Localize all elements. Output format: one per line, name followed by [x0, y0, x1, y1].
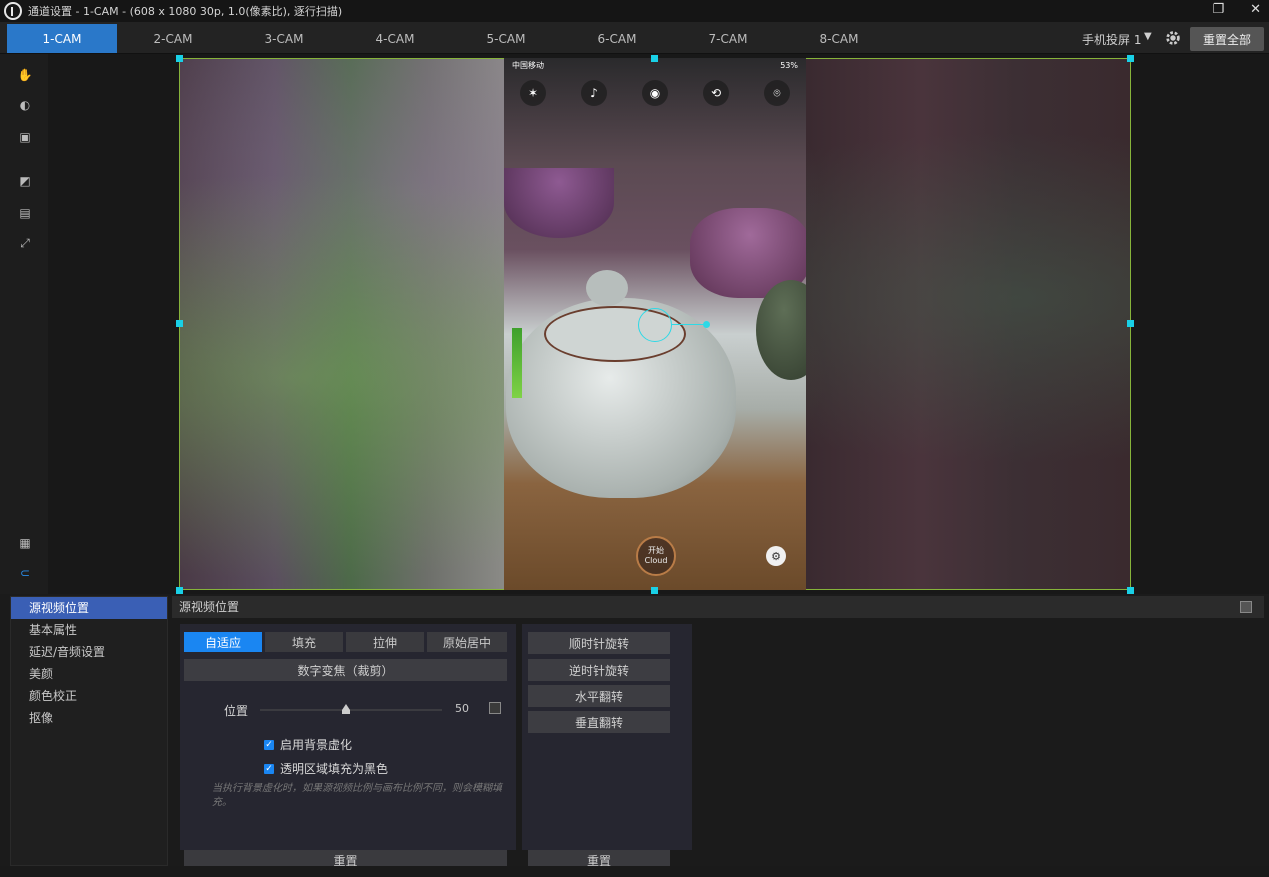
reset-all-button[interactable]: 重置全部 [1190, 27, 1264, 51]
portrait-icon[interactable]: ▣ [16, 128, 34, 146]
restore-icon[interactable]: ❐ [1212, 2, 1224, 17]
fill-black-checkbox[interactable]: ✓ 透明区域填充为黑色 [264, 760, 388, 777]
sidebar-item-beauty[interactable]: 美颜 [11, 663, 167, 685]
phone-settings-icon: ⚙ [766, 546, 786, 566]
rotate-flip-panel [522, 624, 692, 850]
teapot-knob [586, 270, 628, 306]
carrier-label: 中国移动 [512, 60, 544, 70]
settings-sidebar: 源视频位置 基本属性 延迟/音频设置 美颜 颜色校正 抠像 [10, 596, 168, 866]
sidebar-item-source-position[interactable]: 源视频位置 [11, 597, 167, 619]
resize-handle-bottom[interactable] [651, 587, 658, 594]
mode-original-center-button[interactable]: 原始居中 [427, 632, 507, 652]
panel-title: 源视频位置 [179, 600, 240, 614]
app-logo-icon [4, 2, 22, 20]
resize-handle-top-left[interactable] [176, 55, 183, 62]
resize-handle-bottom-left[interactable] [176, 587, 183, 594]
enable-bg-blur-label: 启用背景虚化 [280, 738, 353, 752]
tab-6-cam[interactable]: 6-CAM [562, 24, 672, 53]
close-icon[interactable]: ✕ [1250, 2, 1261, 17]
tab-8-cam[interactable]: 8-CAM [784, 24, 894, 53]
sidebar-item-keying[interactable]: 抠像 [11, 707, 167, 729]
resize-handle-left[interactable] [176, 320, 183, 327]
title-bar: 通道设置 - 1-CAM - (608 x 1080 30p, 1.0(像素比)… [0, 0, 1269, 22]
position-lock-checkbox[interactable] [489, 702, 501, 714]
chevron-down-icon[interactable]: ▼ [1144, 31, 1152, 42]
rotate-counterclockwise-button[interactable]: 逆时针旋转 [528, 659, 670, 681]
start-label: 开始 [648, 546, 664, 555]
magnet-icon[interactable]: ⊂ [16, 564, 34, 582]
resize-handle-bottom-right[interactable] [1127, 587, 1134, 594]
focus-ring[interactable] [638, 308, 672, 342]
image-edit-icon[interactable]: ◩ [16, 172, 34, 190]
hand-icon[interactable]: ✋ [16, 66, 34, 84]
purple-cup [504, 168, 614, 238]
resize-handle-top-right[interactable] [1127, 55, 1134, 62]
tab-7-cam[interactable]: 7-CAM [673, 24, 783, 53]
flash-icon: ✶ [520, 80, 546, 106]
window-controls: ❐ ✕ [1212, 2, 1261, 17]
gear-icon[interactable] [1164, 29, 1182, 47]
window-title: 通道设置 - 1-CAM - (608 x 1080 30p, 1.0(像素比)… [28, 5, 343, 18]
sidebar-item-color-correction[interactable]: 颜色校正 [11, 685, 167, 707]
switch-camera-icon: ⟲ [703, 80, 729, 106]
resize-handle-right[interactable] [1127, 320, 1134, 327]
position-slider[interactable] [260, 709, 442, 711]
fill-black-label: 透明区域填充为黑色 [280, 762, 389, 776]
checkmark-icon: ✓ [264, 763, 274, 774]
focus-icon: ⌾ [764, 80, 790, 106]
position-label: 位置 [224, 704, 249, 718]
position-value: 50 [455, 702, 469, 715]
flip-vertical-button[interactable]: 垂直翻转 [528, 711, 670, 733]
mirror-source-select[interactable]: 手机投屏 1 [1082, 31, 1141, 48]
fullscreen-icon[interactable]: ⤢ [16, 234, 34, 252]
flip-horizontal-button[interactable]: 水平翻转 [528, 685, 670, 707]
tab-1-cam[interactable]: 1-CAM [7, 24, 117, 53]
focus-handle[interactable] [703, 321, 710, 328]
status-strip [0, 866, 1269, 877]
camera-tab-bar: 1-CAM 2-CAM 3-CAM 4-CAM 5-CAM 6-CAM 7-CA… [0, 22, 1269, 54]
tab-3-cam[interactable]: 3-CAM [229, 24, 339, 53]
panel-header: 源视频位置 [172, 596, 1264, 618]
checkmark-icon: ✓ [264, 739, 274, 750]
checkerboard-icon[interactable]: ▦ [16, 534, 34, 552]
enable-bg-blur-checkbox[interactable]: ✓ 启用背景虚化 [264, 736, 352, 753]
mode-fit-button[interactable]: 自适应 [184, 632, 262, 652]
start-cloud-button: 开始 Cloud [636, 536, 676, 576]
left-toolbar: ✋ ◐ ▣ ◩ ▤ ⤢ ▦ ⊂ [0, 54, 48, 594]
microphone-icon: ♪ [581, 80, 607, 106]
sidebar-item-basic-properties[interactable]: 基本属性 [11, 619, 167, 641]
cloud-label: Cloud [644, 556, 668, 565]
sidebar-item-delay-audio[interactable]: 延迟/音频设置 [11, 641, 167, 663]
rotate-clockwise-button[interactable]: 顺时针旋转 [528, 632, 670, 654]
tab-2-cam[interactable]: 2-CAM [118, 24, 228, 53]
contrast-icon[interactable]: ◐ [16, 96, 34, 114]
resize-handle-top[interactable] [651, 55, 658, 62]
gradient-icon[interactable]: ▤ [16, 204, 34, 222]
tab-5-cam[interactable]: 5-CAM [451, 24, 561, 53]
mode-stretch-button[interactable]: 拉伸 [346, 632, 424, 652]
focus-connector [672, 324, 704, 325]
panel-toggle[interactable] [1240, 601, 1252, 613]
tab-4-cam[interactable]: 4-CAM [340, 24, 450, 53]
camera-icon: ◉ [642, 80, 668, 106]
mode-fill-button[interactable]: 填充 [265, 632, 343, 652]
blur-note: 当执行背景虚化时，如果源视频比例与画布比例不同，则会模糊填充。 [212, 783, 502, 808]
phone-video-frame: 中国移动 53% ✶ ♪ ◉ ⟲ ⌾ 开始 Cloud ⚙ [504, 58, 806, 590]
audio-level-bar [512, 328, 522, 398]
phone-camera-controls: ✶ ♪ ◉ ⟲ ⌾ [520, 80, 790, 106]
battery-label: 53% [780, 60, 798, 70]
digital-zoom-button[interactable]: 数字变焦（裁剪） [184, 659, 507, 681]
